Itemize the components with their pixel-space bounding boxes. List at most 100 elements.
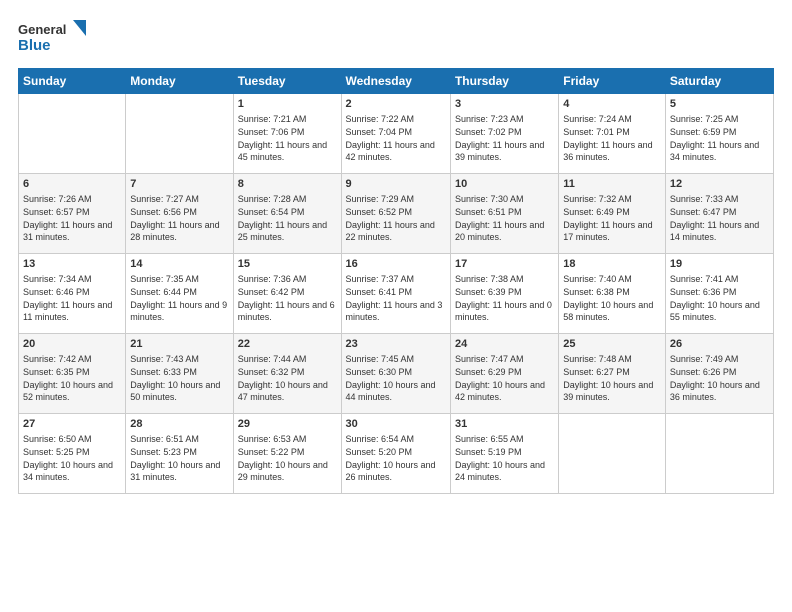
calendar-cell <box>126 94 233 174</box>
day-number: 29 <box>238 417 337 432</box>
day-info-line: Daylight: 10 hours and 50 minutes. <box>130 379 228 404</box>
day-number: 19 <box>670 257 769 272</box>
calendar-cell: 6Sunrise: 7:26 AMSunset: 6:57 PMDaylight… <box>19 174 126 254</box>
col-header-monday: Monday <box>126 69 233 94</box>
day-info-line: Sunrise: 7:33 AM <box>670 193 769 206</box>
day-info-line: Sunset: 6:42 PM <box>238 286 337 299</box>
day-info-line: Sunset: 7:01 PM <box>563 126 661 139</box>
col-header-wednesday: Wednesday <box>341 69 450 94</box>
calendar-cell <box>559 414 666 494</box>
calendar-cell: 20Sunrise: 7:42 AMSunset: 6:35 PMDayligh… <box>19 334 126 414</box>
svg-text:General: General <box>18 22 66 37</box>
calendar-cell <box>665 414 773 494</box>
day-number: 1 <box>238 97 337 112</box>
day-number: 24 <box>455 337 554 352</box>
day-info-line: Sunset: 6:56 PM <box>130 206 228 219</box>
day-info-line: Daylight: 11 hours and 22 minutes. <box>346 219 446 244</box>
col-header-saturday: Saturday <box>665 69 773 94</box>
day-info-line: Sunset: 6:29 PM <box>455 366 554 379</box>
day-info-line: Daylight: 11 hours and 34 minutes. <box>670 139 769 164</box>
day-info-line: Daylight: 10 hours and 31 minutes. <box>130 459 228 484</box>
day-info-line: Sunset: 6:36 PM <box>670 286 769 299</box>
calendar-week-4: 20Sunrise: 7:42 AMSunset: 6:35 PMDayligh… <box>19 334 774 414</box>
calendar-cell <box>19 94 126 174</box>
day-info-line: Daylight: 11 hours and 6 minutes. <box>238 299 337 324</box>
day-info-line: Sunrise: 7:40 AM <box>563 273 661 286</box>
day-info-line: Daylight: 10 hours and 36 minutes. <box>670 379 769 404</box>
calendar-cell: 12Sunrise: 7:33 AMSunset: 6:47 PMDayligh… <box>665 174 773 254</box>
day-number: 25 <box>563 337 661 352</box>
day-info-line: Daylight: 11 hours and 17 minutes. <box>563 219 661 244</box>
day-info-line: Daylight: 11 hours and 3 minutes. <box>346 299 446 324</box>
day-info-line: Sunrise: 6:55 AM <box>455 433 554 446</box>
day-number: 2 <box>346 97 446 112</box>
day-info-line: Sunset: 5:20 PM <box>346 446 446 459</box>
calendar-cell: 9Sunrise: 7:29 AMSunset: 6:52 PMDaylight… <box>341 174 450 254</box>
day-number: 14 <box>130 257 228 272</box>
day-number: 28 <box>130 417 228 432</box>
day-number: 13 <box>23 257 121 272</box>
day-info-line: Sunrise: 7:27 AM <box>130 193 228 206</box>
day-info-line: Sunset: 6:30 PM <box>346 366 446 379</box>
page-header: General Blue <box>18 18 774 60</box>
calendar-cell: 4Sunrise: 7:24 AMSunset: 7:01 PMDaylight… <box>559 94 666 174</box>
day-info-line: Sunrise: 7:24 AM <box>563 113 661 126</box>
day-info-line: Sunset: 6:44 PM <box>130 286 228 299</box>
calendar-cell: 16Sunrise: 7:37 AMSunset: 6:41 PMDayligh… <box>341 254 450 334</box>
day-number: 5 <box>670 97 769 112</box>
calendar-cell: 3Sunrise: 7:23 AMSunset: 7:02 PMDaylight… <box>450 94 558 174</box>
day-info-line: Sunset: 6:26 PM <box>670 366 769 379</box>
calendar-cell: 11Sunrise: 7:32 AMSunset: 6:49 PMDayligh… <box>559 174 666 254</box>
day-info-line: Sunrise: 7:30 AM <box>455 193 554 206</box>
col-header-friday: Friday <box>559 69 666 94</box>
day-info-line: Daylight: 11 hours and 28 minutes. <box>130 219 228 244</box>
day-number: 6 <box>23 177 121 192</box>
day-info-line: Sunset: 6:39 PM <box>455 286 554 299</box>
day-info-line: Sunset: 7:02 PM <box>455 126 554 139</box>
day-info-line: Sunrise: 7:47 AM <box>455 353 554 366</box>
day-info-line: Sunset: 5:19 PM <box>455 446 554 459</box>
day-number: 4 <box>563 97 661 112</box>
calendar-cell: 14Sunrise: 7:35 AMSunset: 6:44 PMDayligh… <box>126 254 233 334</box>
day-info-line: Sunrise: 6:50 AM <box>23 433 121 446</box>
day-info-line: Sunset: 6:33 PM <box>130 366 228 379</box>
day-info-line: Sunset: 6:38 PM <box>563 286 661 299</box>
calendar-cell: 31Sunrise: 6:55 AMSunset: 5:19 PMDayligh… <box>450 414 558 494</box>
calendar-cell: 24Sunrise: 7:47 AMSunset: 6:29 PMDayligh… <box>450 334 558 414</box>
day-number: 18 <box>563 257 661 272</box>
day-info-line: Daylight: 10 hours and 42 minutes. <box>455 379 554 404</box>
calendar-cell: 7Sunrise: 7:27 AMSunset: 6:56 PMDaylight… <box>126 174 233 254</box>
calendar-cell: 8Sunrise: 7:28 AMSunset: 6:54 PMDaylight… <box>233 174 341 254</box>
day-info-line: Daylight: 10 hours and 58 minutes. <box>563 299 661 324</box>
day-info-line: Sunrise: 7:35 AM <box>130 273 228 286</box>
calendar-week-3: 13Sunrise: 7:34 AMSunset: 6:46 PMDayligh… <box>19 254 774 334</box>
calendar-cell: 29Sunrise: 6:53 AMSunset: 5:22 PMDayligh… <box>233 414 341 494</box>
day-info-line: Daylight: 11 hours and 9 minutes. <box>130 299 228 324</box>
day-info-line: Sunrise: 7:43 AM <box>130 353 228 366</box>
calendar-cell: 30Sunrise: 6:54 AMSunset: 5:20 PMDayligh… <box>341 414 450 494</box>
day-info-line: Sunrise: 6:53 AM <box>238 433 337 446</box>
day-number: 16 <box>346 257 446 272</box>
day-info-line: Sunset: 6:35 PM <box>23 366 121 379</box>
col-header-thursday: Thursday <box>450 69 558 94</box>
day-info-line: Daylight: 11 hours and 11 minutes. <box>23 299 121 324</box>
col-header-tuesday: Tuesday <box>233 69 341 94</box>
day-info-line: Sunset: 5:25 PM <box>23 446 121 459</box>
calendar-cell: 23Sunrise: 7:45 AMSunset: 6:30 PMDayligh… <box>341 334 450 414</box>
day-info-line: Daylight: 11 hours and 36 minutes. <box>563 139 661 164</box>
day-info-line: Sunrise: 7:48 AM <box>563 353 661 366</box>
day-info-line: Sunrise: 7:45 AM <box>346 353 446 366</box>
day-info-line: Daylight: 10 hours and 29 minutes. <box>238 459 337 484</box>
calendar-header-row: SundayMondayTuesdayWednesdayThursdayFrid… <box>19 69 774 94</box>
day-info-line: Sunrise: 7:25 AM <box>670 113 769 126</box>
day-number: 11 <box>563 177 661 192</box>
day-number: 3 <box>455 97 554 112</box>
day-info-line: Sunset: 6:47 PM <box>670 206 769 219</box>
day-number: 7 <box>130 177 228 192</box>
day-info-line: Daylight: 10 hours and 55 minutes. <box>670 299 769 324</box>
calendar-cell: 21Sunrise: 7:43 AMSunset: 6:33 PMDayligh… <box>126 334 233 414</box>
logo: General Blue <box>18 18 88 60</box>
day-info-line: Daylight: 11 hours and 14 minutes. <box>670 219 769 244</box>
day-info-line: Sunrise: 6:51 AM <box>130 433 228 446</box>
day-info-line: Sunrise: 7:41 AM <box>670 273 769 286</box>
